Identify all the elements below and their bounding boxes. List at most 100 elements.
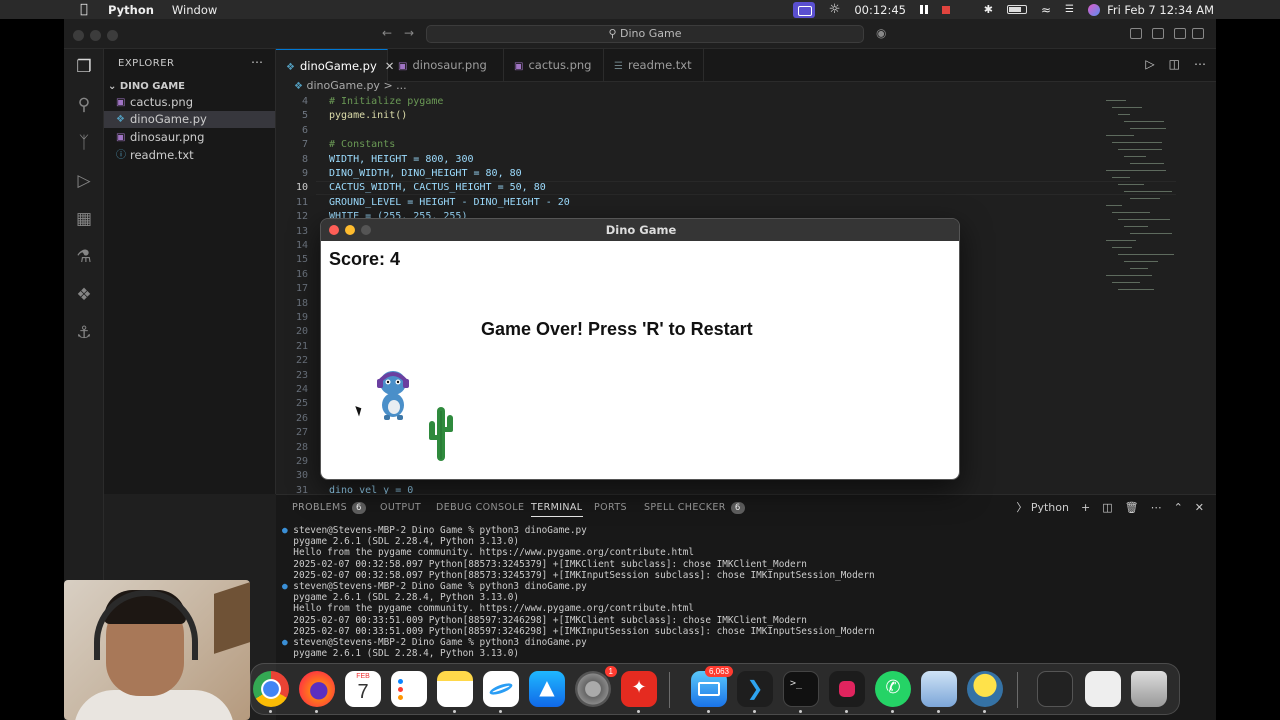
chrome-icon[interactable] [253,671,289,707]
menubar-clock[interactable]: Fri Feb 7 12:34 AM [1107,3,1214,17]
terminal-icon[interactable]: >_ [783,671,819,707]
extensions-icon[interactable]: ▦ [74,209,94,229]
game-canvas[interactable]: Score: 4 Game Over! Press 'R' to Restart [321,241,959,479]
code-line[interactable]: WIDTH, HEIGHT = 800, 300 [329,154,474,165]
toggle-panel-icon[interactable] [1152,28,1164,39]
panel-tab-ports[interactable]: PORTS [594,502,627,513]
more-actions-icon[interactable]: ⋯ [1194,57,1206,71]
tab-readme[interactable]: ☰ readme.txt [604,49,704,82]
code-line[interactable]: # Initialize pygame [329,96,443,107]
split-editor-icon[interactable]: ◫ [1169,57,1180,71]
freeform-icon[interactable] [483,671,519,707]
mail-icon[interactable]: 6,063 [691,666,733,707]
run-debug-icon[interactable]: ▷ [74,171,94,191]
more-actions-icon[interactable]: ⋯ [251,55,263,69]
source-control-icon[interactable]: ᛉ [74,133,94,153]
tab-cactus[interactable]: ▣ cactus.png [504,49,604,82]
kill-terminal-icon[interactable]: 🗑 [1125,501,1139,514]
firefox-icon[interactable] [299,671,335,707]
wifi-icon[interactable]: ≈ [1041,3,1051,17]
close-panel-icon[interactable]: ✕ [1195,501,1204,514]
app-store-icon[interactable]: ▲ [529,671,565,707]
panel-tab-output[interactable]: OUTPUT [380,502,421,513]
folder-header[interactable]: ⌄ DINO GAME [108,81,185,92]
dino-game-window[interactable]: Dino Game Score: 4 Game Over! Press 'R' … [320,218,960,480]
window-zoom-button[interactable] [107,30,118,41]
pause-recording-icon[interactable] [920,5,928,14]
game-zoom-button[interactable] [361,225,371,235]
split-terminal-icon[interactable]: ◫ [1102,501,1112,514]
minimap[interactable] [1106,94,1202,304]
code-line[interactable]: dino_vel_y = 0 [329,485,413,494]
code-line[interactable]: CACTUS_WIDTH, CACTUS_HEIGHT = 50, 80 [329,182,546,193]
new-terminal-icon[interactable]: + [1081,501,1090,514]
tab-dinosaur[interactable]: ▣ dinosaur.png [388,49,504,82]
vscode-icon[interactable]: ❯ [737,671,773,707]
apple-menu-icon[interactable]:  [80,2,94,17]
run-python-icon[interactable]: ▷ [1145,57,1154,71]
brightness-icon[interactable]: ☼ [829,2,841,17]
stop-recording-icon[interactable] [942,5,950,14]
code-line[interactable]: # Constants [329,139,395,150]
file-item-dinosaur[interactable]: ▣ dinosaur.png [104,129,275,146]
window-minimize-button[interactable] [90,30,101,41]
code-line[interactable]: pygame.init() [329,110,407,121]
explorer-icon[interactable]: ❐ [74,57,94,77]
bluetooth-icon[interactable]: ✱ [984,3,993,16]
screen-recorder-icon[interactable] [829,671,865,707]
document-thumbnail[interactable] [1085,671,1121,707]
siri-icon[interactable] [1088,3,1100,16]
maximize-panel-icon[interactable]: ⌃ [1174,501,1183,514]
text-file-icon: ☰ [614,61,623,72]
command-center-search[interactable]: ⚲ Dino Game [426,25,864,43]
preview-icon[interactable] [921,671,957,707]
file-item-readme[interactable]: ⓘ readme.txt [104,147,275,164]
code-line[interactable]: GROUND_LEVEL = HEIGHT - DINO_HEIGHT - 20 [329,197,570,208]
explorer-sidebar: EXPLORER ⋯ ⌄ DINO GAME ▣ cactus.png ❖ di… [104,49,276,494]
terminal-profile[interactable]: 〉 Python [1016,499,1069,515]
command-decoration-icon[interactable]: ● [282,637,293,648]
more-actions-icon[interactable]: ⋯ [1151,501,1162,514]
game-minimize-button[interactable] [345,225,355,235]
game-close-button[interactable] [329,225,339,235]
customize-layout-icon[interactable] [1192,28,1204,39]
acrobat-icon[interactable]: ✦ [621,671,657,707]
search-icon[interactable]: ⚲ [74,95,94,115]
panel-tab-problems[interactable]: PROBLEMS 6 [292,502,366,514]
copilot-icon[interactable]: ◉ [876,26,886,40]
forward-arrow-icon[interactable]: → [404,26,414,40]
python-launcher-icon[interactable] [967,671,1003,707]
system-settings-icon[interactable]: 1 [575,666,617,707]
minimap-line [1130,128,1166,129]
code-line[interactable]: DINO_WIDTH, DINO_HEIGHT = 80, 80 [329,168,522,179]
control-center-icon[interactable]: ☰ [1065,4,1074,15]
tab-dinogame[interactable]: ❖ dinoGame.py ✕ [276,49,394,82]
toggle-secondary-sidebar-icon[interactable] [1174,28,1186,39]
file-item-dinogame[interactable]: ❖ dinoGame.py [104,111,275,128]
calendar-icon[interactable]: FEB 7 [345,671,381,707]
breadcrumb[interactable]: ❖ dinoGame.py > ... [294,79,407,92]
recent-window-thumbnail[interactable] [1037,671,1073,707]
notes-icon[interactable] [437,671,473,707]
reminders-icon[interactable] [391,671,427,707]
window-close-button[interactable] [73,30,84,41]
command-decoration-icon[interactable]: ● [282,525,293,536]
battery-icon[interactable] [1006,5,1027,14]
panel-tab-terminal[interactable]: TERMINAL [531,502,583,517]
command-decoration-icon[interactable]: ● [282,581,293,592]
game-window-title-bar[interactable]: Dino Game [321,219,959,241]
panel-tab-spell-checker[interactable]: SPELL CHECKER 6 [644,502,745,514]
file-item-cactus[interactable]: ▣ cactus.png [104,94,275,111]
toggle-primary-sidebar-icon[interactable] [1130,28,1142,39]
testing-icon[interactable]: ⚗ [74,247,94,267]
app-menu-python[interactable]: Python [108,3,154,17]
menu-window[interactable]: Window [172,3,217,17]
screen-recording-icon[interactable] [792,1,815,18]
docker-icon[interactable]: ⚓ [74,323,94,343]
back-arrow-icon[interactable]: ← [382,26,392,40]
line-number: 12 [295,211,308,223]
whatsapp-icon[interactable]: ✆ [875,671,911,707]
figma-icon[interactable]: ❖ [74,285,94,305]
trash-icon[interactable] [1131,671,1167,707]
panel-tab-debug-console[interactable]: DEBUG CONSOLE [436,502,524,513]
